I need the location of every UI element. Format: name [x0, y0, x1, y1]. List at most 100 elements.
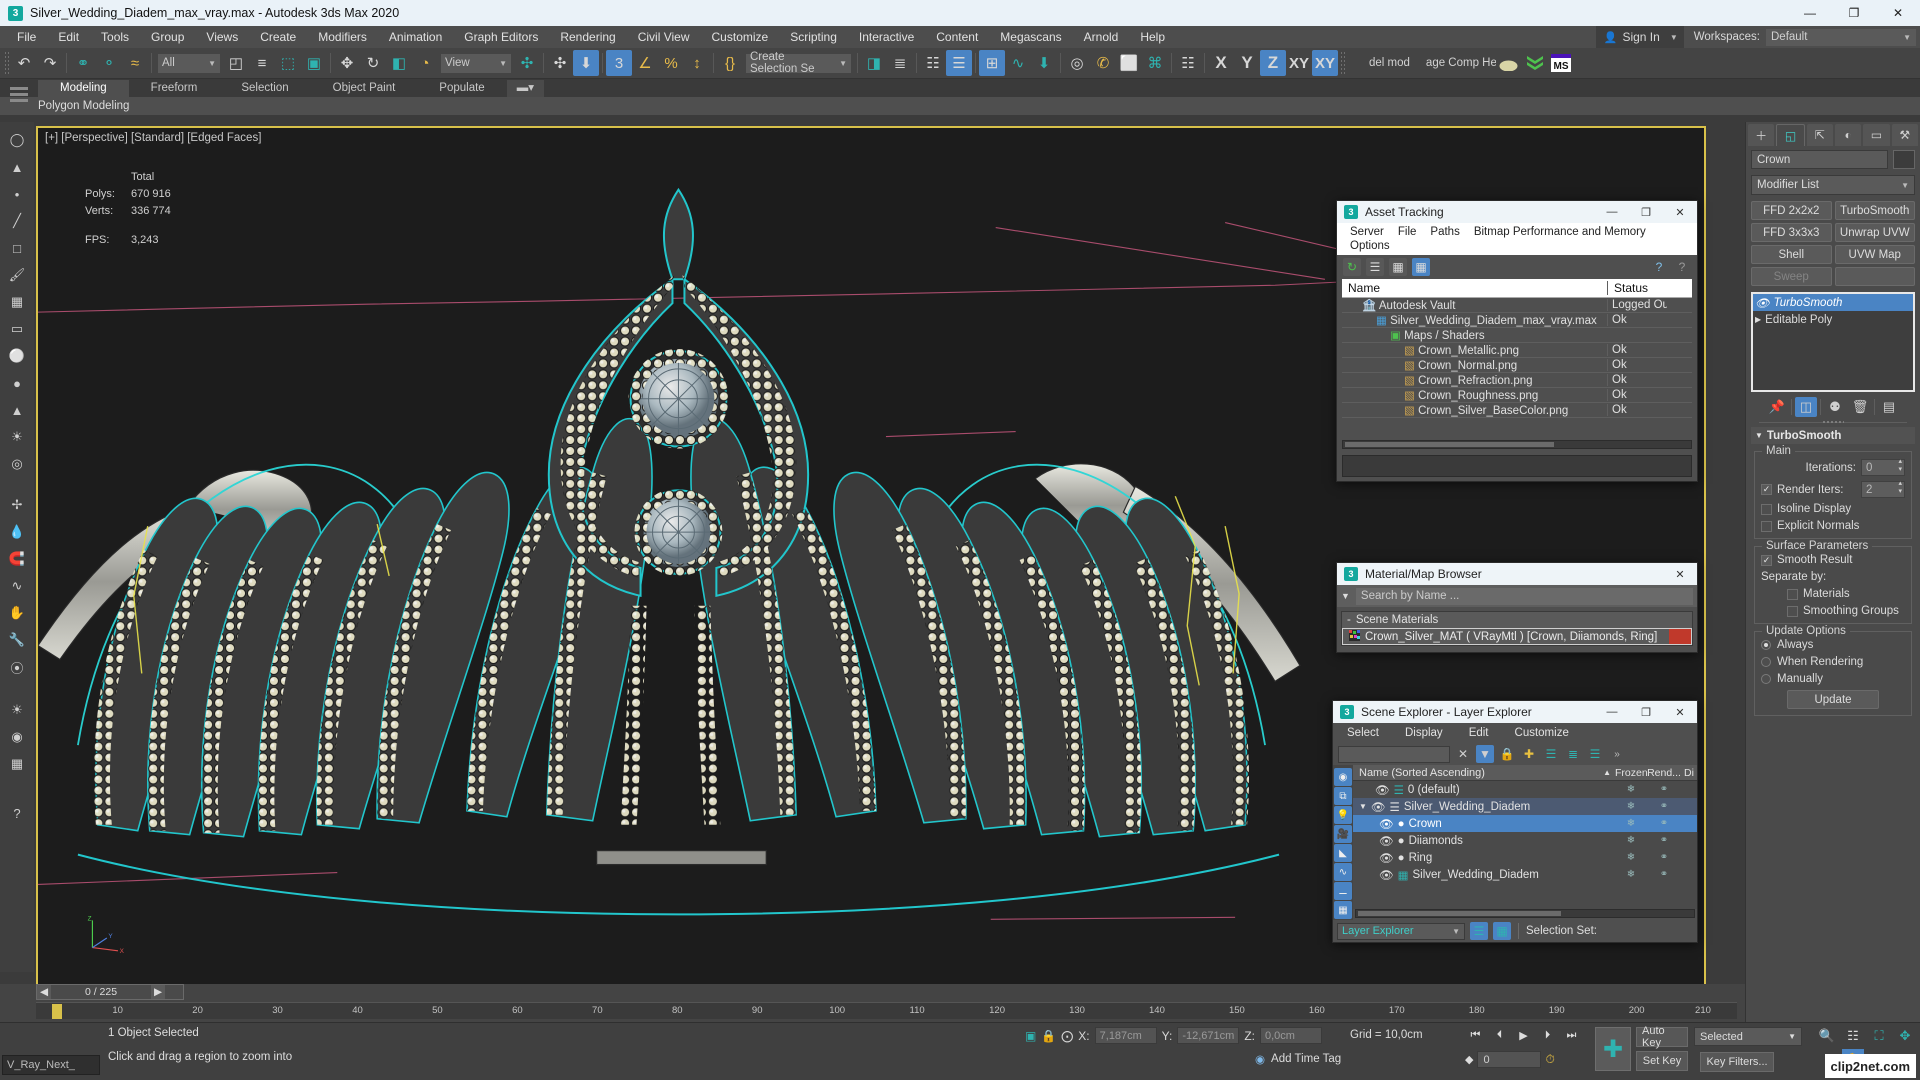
configure-sets-icon[interactable]: ▤ [1878, 397, 1900, 417]
se-menu-customize[interactable]: Customize [1515, 727, 1569, 739]
track-bar[interactable]: 10 20 30 40 50 60 70 80 90 100 110 120 1… [36, 1002, 1737, 1019]
stack-item-editable-poly[interactable]: ▶ Editable Poly [1753, 311, 1913, 328]
render-production-button[interactable]: ⌘ [1142, 50, 1168, 76]
bone-filter-icon[interactable]: ⚊ [1334, 882, 1352, 900]
update-always-row[interactable]: Always [1761, 639, 1905, 651]
scene-explorer-row[interactable]: 👁 ● Diiamonds ❄ ⚭ [1353, 832, 1697, 849]
curve-editor-button[interactable]: ∿ [1005, 50, 1031, 76]
show-end-result-icon[interactable]: ◫ [1795, 397, 1817, 417]
go-to-end-button[interactable]: ⏭ [1561, 1025, 1582, 1045]
bind-to-space-warp-button[interactable]: ≈ [122, 50, 148, 76]
border-icon[interactable]: □ [5, 236, 29, 260]
smooth-result-checkbox[interactable]: ✓ [1761, 554, 1772, 566]
menu-file[interactable]: File [6, 26, 47, 48]
placement-tool-button[interactable]: ◔ [412, 50, 438, 76]
at-row[interactable]: ▧ Crown_Roughness.png Ok [1342, 388, 1692, 403]
ribbon-tab-selection[interactable]: Selection [219, 80, 310, 97]
eye-icon[interactable]: 👁 [1755, 296, 1770, 310]
eye-icon[interactable]: 👁 [1379, 868, 1394, 882]
update-always-radio[interactable] [1761, 640, 1771, 650]
material-pick-icon[interactable]: ◉ [5, 725, 29, 749]
copy-icon[interactable]: ⧉ [1334, 787, 1352, 805]
render-setup-button[interactable]: ✆ [1090, 50, 1116, 76]
drop-tool-icon[interactable]: 💧 [5, 520, 29, 544]
frame-arrows-icon[interactable]: ◆ [1465, 1053, 1473, 1066]
modifier-button-sweep[interactable]: Sweep [1751, 267, 1832, 286]
spacewarp-filter-icon[interactable]: ∿ [1334, 863, 1352, 881]
utilities-tab[interactable]: ⚒ [1891, 124, 1918, 146]
bend-icon[interactable]: ∿ [5, 574, 29, 598]
material-list-item[interactable]: Crown_Silver_MAT ( VRayMtl ) [Crown, Dii… [1342, 628, 1692, 645]
menu-customize[interactable]: Customize [701, 26, 780, 48]
turbosmooth-rollout-header[interactable]: ▼ TurboSmooth [1751, 427, 1915, 444]
modifier-button-unwrap-uvw[interactable]: Unwrap UVW [1834, 223, 1915, 242]
material-map-browser-dialog[interactable]: 3 Material/Map Browser ✕ ▼ Search by Nam… [1336, 562, 1698, 653]
object-color-swatch[interactable] [1893, 150, 1915, 169]
scene-explorer-row[interactable]: ▼ 👁 ☰ Silver_Wedding_Diadem ❄ ⚭ [1353, 798, 1697, 815]
lock-icon[interactable]: 🔒 [1041, 1029, 1056, 1043]
renderable-icon[interactable]: ⚭ [1647, 784, 1681, 795]
at-menu-bitmap-performance[interactable]: Bitmap Performance and Memory [1467, 225, 1653, 239]
menu-civil-view[interactable]: Civil View [627, 26, 701, 48]
workspaces-select[interactable]: Default ▼ [1766, 28, 1916, 46]
table-view-icon[interactable]: ▦ [1412, 258, 1430, 276]
menu-rendering[interactable]: Rendering [549, 26, 626, 48]
smoothing-groups-checkbox[interactable] [1787, 605, 1798, 617]
se-menu-select[interactable]: Select [1347, 727, 1379, 739]
iterations-spinner[interactable]: 0 [1861, 458, 1905, 476]
se-col-render[interactable]: Rend... [1647, 767, 1681, 779]
hierarchy-tab[interactable]: ⇱ [1806, 124, 1833, 146]
display-tab[interactable]: ▭ [1863, 124, 1890, 146]
zoom-all-icon[interactable]: ☷ [1842, 1025, 1864, 1047]
eye-icon[interactable]: 👁 [1371, 800, 1386, 814]
vertex-icon[interactable]: • [5, 182, 29, 206]
chevron-down-icon[interactable]: ▼ [1452, 927, 1460, 936]
select-all-icon[interactable]: ◉ [1334, 768, 1352, 786]
sign-in-button[interactable]: 👤 Sign In ▼ [1595, 26, 1684, 48]
pin-stack-icon[interactable]: 📌 [1766, 397, 1788, 417]
zoom-extents-icon[interactable]: ⛶ [1868, 1025, 1890, 1047]
toolbar-grip[interactable] [4, 51, 9, 75]
at-row[interactable]: 🏦 Autodesk Vault Logged Ou [1342, 298, 1692, 313]
cone-icon[interactable]: ▲ [5, 398, 29, 422]
renderable-icon[interactable]: ⚭ [1647, 835, 1681, 846]
edge-icon[interactable]: ╱ [5, 209, 29, 233]
align-button[interactable]: ⬇ [573, 50, 599, 76]
frozen-icon[interactable]: ❄ [1615, 869, 1647, 880]
modifier-button-uvw-map[interactable]: UVW Map [1834, 245, 1915, 264]
asset-tracking-titlebar[interactable]: 3 Asset Tracking — ❐ ✕ [1337, 201, 1697, 223]
at-row[interactable]: ▧ Crown_Metallic.png Ok [1342, 343, 1692, 358]
modifier-button-shell[interactable]: Shell [1751, 245, 1832, 264]
menu-scripting[interactable]: Scripting [779, 26, 848, 48]
layer-manager-icon[interactable]: ☰ [1470, 922, 1488, 940]
maximize-button[interactable]: ❐ [1832, 0, 1876, 26]
modifier-button-turbosmooth[interactable]: TurboSmooth [1834, 201, 1915, 220]
menu-create[interactable]: Create [249, 26, 307, 48]
scene-explorer-row[interactable]: 👁 ▦ Silver_Wedding_Diadem ❄ ⚭ [1353, 866, 1697, 883]
menu-tools[interactable]: Tools [90, 26, 140, 48]
go-to-start-button[interactable]: ⏮ [1465, 1025, 1486, 1045]
scene-materials-group[interactable]: - Scene Materials [1342, 612, 1692, 628]
use-center-button[interactable]: ✣ [514, 50, 540, 76]
at-row[interactable]: ▧ Crown_Silver_BaseColor.png Ok [1342, 403, 1692, 418]
help-icon[interactable]: ? [1673, 258, 1691, 276]
asset-tracking-minimize[interactable]: — [1595, 201, 1629, 223]
modifier-button-empty[interactable] [1834, 267, 1915, 286]
chevron-down-icon[interactable]: ▼ [1359, 802, 1367, 811]
render-iters-spinner[interactable]: 2 [1861, 480, 1905, 498]
menu-content[interactable]: Content [925, 26, 989, 48]
manage-comp-help-label[interactable]: age Comp Help [1418, 57, 1496, 69]
layer-props-icon[interactable]: ▦ [1493, 922, 1511, 940]
selection-filter-select[interactable]: All ▼ [158, 53, 220, 73]
key-filters-button[interactable]: Key Filters... [1700, 1052, 1774, 1072]
window-crossing-toggle[interactable]: ▣ [301, 50, 327, 76]
modify-tab[interactable]: ◱ [1776, 124, 1805, 146]
megascans-icon[interactable] [1522, 50, 1548, 76]
renderable-icon[interactable]: ⚭ [1647, 869, 1681, 880]
renderable-icon[interactable]: ⚭ [1647, 801, 1681, 812]
pivot-icon[interactable]: ⦿ [5, 655, 29, 679]
next-frame-button[interactable]: ▶ [151, 985, 165, 999]
menu-modifiers[interactable]: Modifiers [307, 26, 378, 48]
material-browser-titlebar[interactable]: 3 Material/Map Browser ✕ [1337, 563, 1697, 585]
modifier-button-ffd-3x3x3[interactable]: FFD 3x3x3 [1751, 223, 1832, 242]
